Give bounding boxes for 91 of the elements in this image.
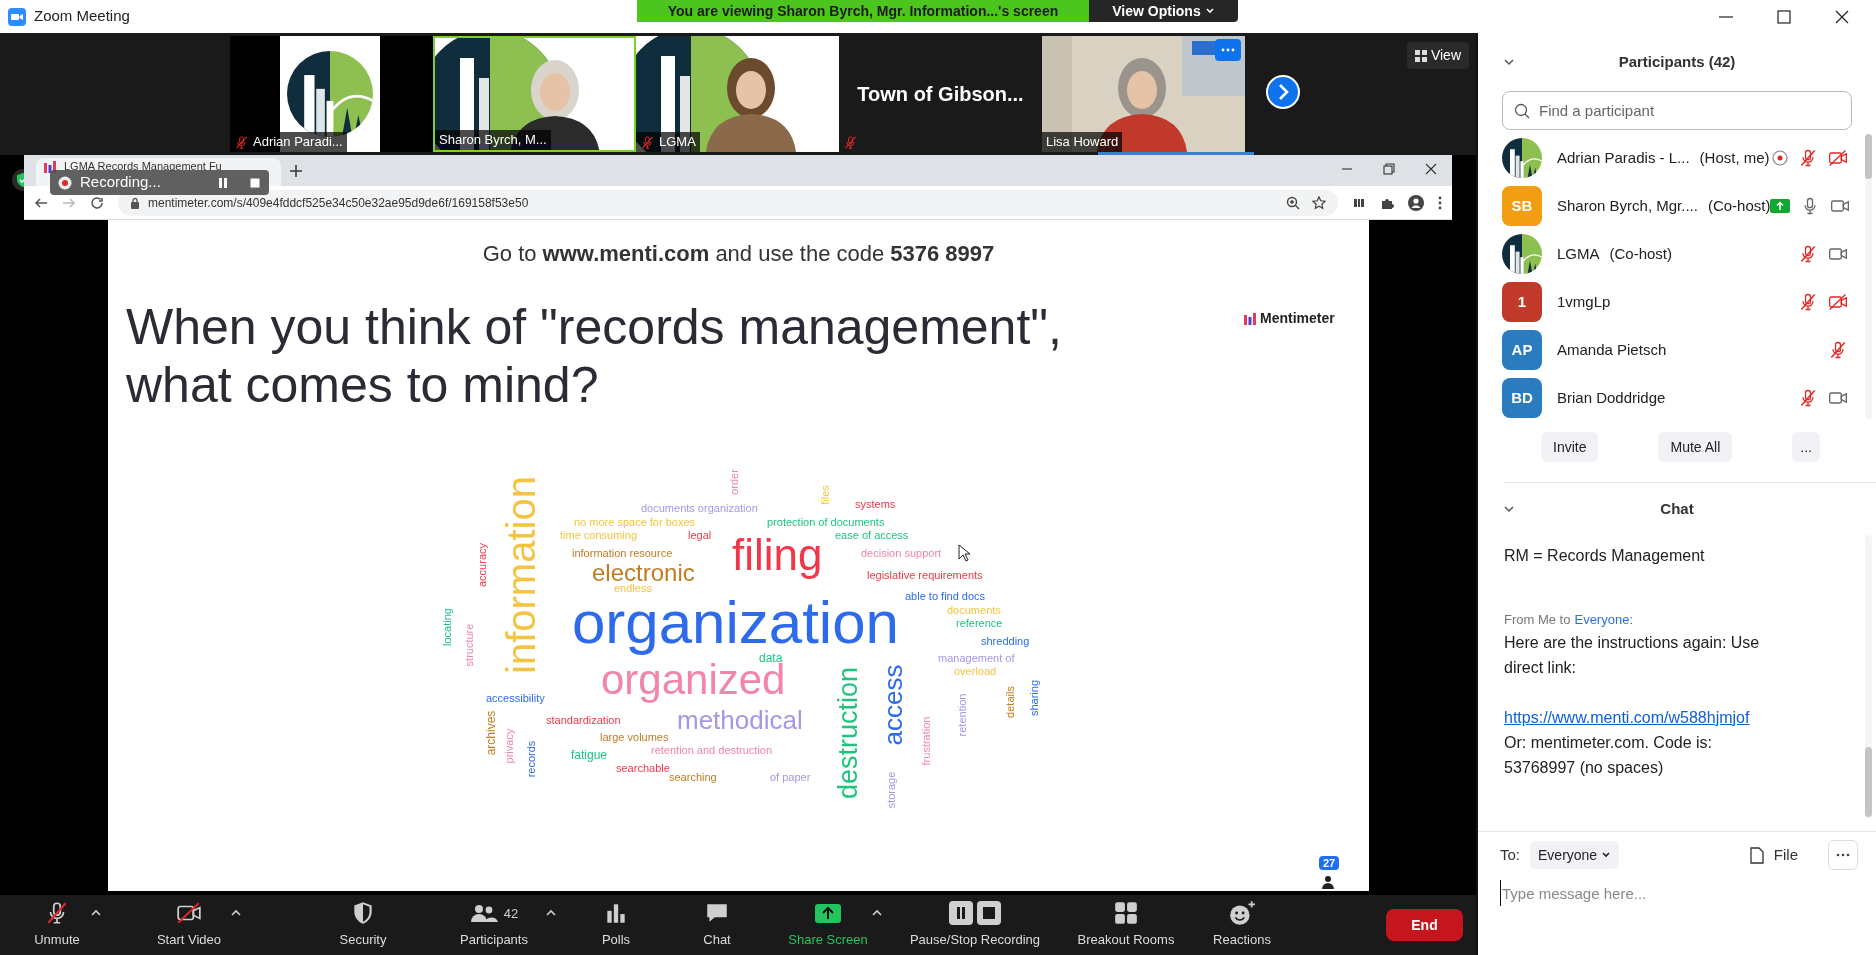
word-cloud-word: time consuming: [560, 529, 638, 541]
toolbar-label: Pause/Stop Recording: [909, 931, 1041, 950]
tab-title: LGMA Records Management Fu: [64, 160, 222, 173]
avatar: BD: [1502, 378, 1542, 418]
panel-title: Chat: [1660, 498, 1694, 519]
avatar: SB: [1502, 186, 1542, 226]
word-cloud-word: information: [501, 476, 541, 674]
participant-name: 1vmgLp: [1557, 291, 1611, 312]
audience-count: 27: [1319, 856, 1340, 870]
toolbar-label: Unmute: [34, 931, 80, 950]
word-cloud-word: systems: [855, 498, 896, 510]
chat-message: Here are the instructions again: Use direct link:: [1504, 633, 1761, 678]
word-cloud-word: standardization: [546, 714, 621, 726]
toolbar-label: Polls: [601, 931, 631, 950]
word-cloud-word: ease of access: [835, 529, 909, 541]
word-cloud-word: retention: [956, 693, 968, 737]
brand-name: Mentimeter: [1260, 309, 1335, 328]
toolbar-label: Breakout Rooms: [1077, 931, 1175, 950]
recipient-name: Everyone:: [1574, 611, 1633, 629]
word-cloud-word: order: [728, 469, 740, 495]
to-label: To:: [1500, 844, 1520, 865]
word-cloud-word: frustration: [920, 716, 932, 766]
participant-name: Town of Gibson...: [857, 82, 1024, 107]
participant-name: Adrian Paradi...: [253, 133, 343, 152]
toolbar-label: Chat: [703, 931, 731, 950]
word-cloud-word: shredding: [981, 635, 1030, 647]
view-label: View: [1430, 46, 1461, 65]
word-cloud-word: records: [525, 740, 537, 778]
participant-role: (Co-host): [1609, 243, 1673, 264]
participant-role: (Co-host): [1707, 195, 1771, 216]
word-cloud-word: overload: [954, 665, 997, 677]
word-cloud-word: electronic: [592, 561, 695, 585]
word-cloud-word: methodical: [677, 707, 803, 733]
avatar: AP: [1502, 330, 1542, 370]
word-cloud-word: files: [819, 485, 831, 505]
avatar: 1: [1502, 282, 1542, 322]
word-cloud-word: large volumes: [600, 731, 669, 743]
word-cloud-word: endless: [614, 582, 652, 594]
word-cloud-word: retention and destruction: [651, 744, 773, 756]
word-cloud-word: decision support: [861, 547, 942, 559]
word-cloud-word: documents: [947, 604, 1001, 616]
chat-message: Or: mentimeter.com. Code is: 53768997 (no spaces): [1504, 733, 1714, 778]
word-cloud-word: legal: [688, 529, 712, 541]
slide-question: When you think of "records management", what comes to mind?: [126, 298, 1063, 414]
word-cloud-word: management of: [938, 652, 1015, 664]
word-cloud-word: filing: [732, 533, 823, 577]
word-cloud-word: structure: [463, 623, 475, 667]
participant-count: 42: [503, 904, 519, 923]
word-cloud-word: of paper: [770, 771, 811, 783]
word-cloud-word: details: [1004, 686, 1016, 718]
toolbar-label: Security: [339, 931, 387, 950]
toolbar-label: Share Screen: [788, 931, 868, 950]
word-cloud-word: searching: [669, 771, 717, 783]
participant-name: LGMA: [1557, 243, 1600, 264]
word-cloud-word: fatigue: [571, 749, 608, 761]
word-cloud-word: legislative requirements: [867, 569, 983, 581]
word-cloud-word: reference: [956, 617, 1003, 629]
word-cloud-word: information resource: [572, 547, 673, 559]
toolbar-label: Start Video: [156, 931, 222, 950]
word-cloud-word: access: [880, 664, 906, 746]
sender-label: From Me to: [1504, 611, 1571, 629]
participant-name: Brian Doddridge: [1557, 387, 1666, 408]
word-cloud-word: protection of documents: [767, 516, 885, 528]
word-cloud-word: locating: [441, 608, 453, 646]
word-cloud-word: searchable: [616, 762, 670, 774]
toolbar-label: Participants: [460, 931, 528, 950]
window-title: Zoom Meeting: [34, 6, 130, 27]
participant-name: Lisa Howard: [1046, 133, 1119, 152]
toolbar-label: Reactions: [1213, 931, 1271, 950]
word-cloud-word: destruction: [834, 666, 862, 800]
word-cloud-word: privacy: [503, 728, 515, 764]
banner-text: You are viewing Sharon Byrch, Mgr. Information...'s screen: [667, 1, 1059, 21]
word-cloud-word: accessibility: [486, 692, 545, 704]
panel-title: Participants (42): [1618, 51, 1736, 72]
word-cloud-word: archives: [485, 710, 497, 756]
word-cloud-word: storage: [885, 771, 897, 809]
url-text: mentimeter.com/s/409e4fddcf525e34c50e32ae95d9de6f/169158f53e50: [148, 194, 529, 212]
participant-name: Sharon Byrch, M...: [439, 131, 547, 150]
slide-instruction: Go to www.menti.com and use the code 5376 8997: [481, 240, 996, 268]
chat-message: RM = Records Management: [1504, 546, 1706, 566]
participant-name: Sharon Byrch, Mgr....: [1557, 195, 1698, 216]
word-cloud-word: organization: [572, 593, 899, 653]
word-cloud-word: accuracy: [476, 543, 488, 587]
word-cloud-word: sharing: [1028, 679, 1040, 717]
word-cloud-word: able to find docs: [905, 590, 986, 602]
word-cloud-word: no more space for boxes: [574, 516, 696, 528]
participant-name: Amanda Pietsch: [1557, 339, 1667, 360]
participant-name: LGMA: [659, 133, 696, 152]
participant-name: Adrian Paradis - L...: [1557, 147, 1690, 168]
word-cloud-word: documents organization: [641, 502, 758, 514]
participant-role: (Host, me): [1699, 147, 1770, 168]
